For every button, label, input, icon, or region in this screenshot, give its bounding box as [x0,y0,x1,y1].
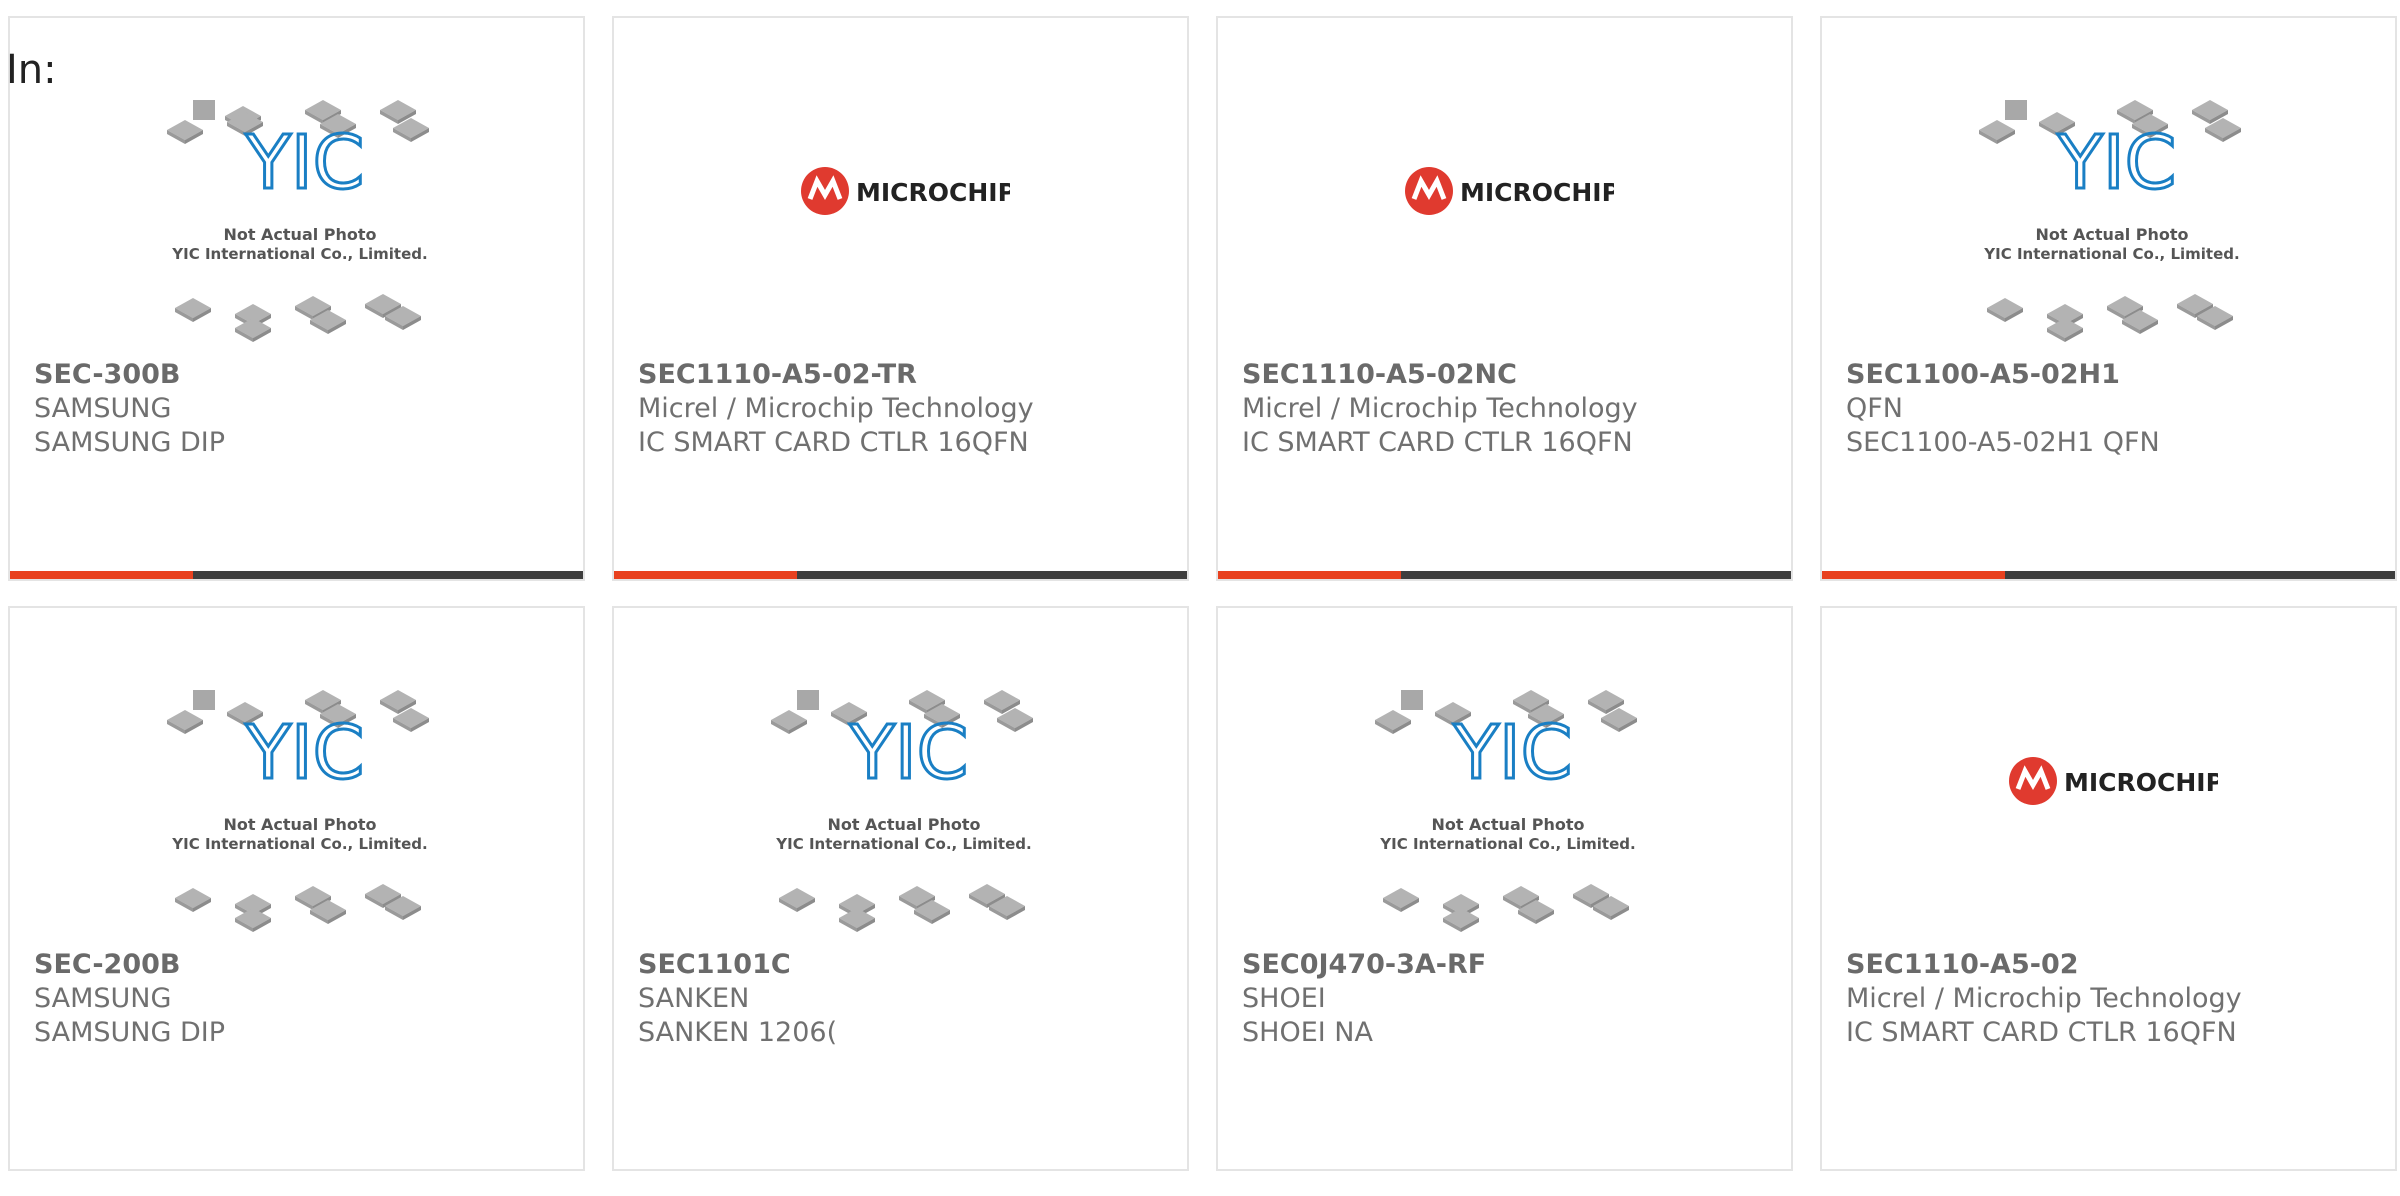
svg-text:YIC: YIC [245,120,365,206]
manufacturer: SANKEN [638,983,750,1014]
manufacturer: Micrel / Microchip Technology [1846,983,2242,1014]
manufacturer: SAMSUNG [34,983,172,1014]
not-actual-photo-text: Not Actual Photo [1431,815,1584,834]
manufacturer: Micrel / Microchip Technology [1242,393,1638,424]
yic-company-text: YIC International Co., Limited. [1379,835,1635,853]
svg-text:YIC: YIC [2057,120,2177,206]
product-image-placeholder: YIC Not Actual Photo YIC International C… [614,608,1187,938]
product-card[interactable]: YIC Not Actual Photo YIC International C… [8,606,585,1171]
description: SAMSUNG DIP [34,427,226,458]
product-image-placeholder: YIC Not Actual Photo YIC International C… [10,608,583,938]
manufacturer: QFN [1846,393,1903,424]
part-number[interactable]: SEC1100-A5-02H1 [1846,358,2120,392]
product-image-placeholder: YIC Not Actual Photo YIC International C… [10,18,583,348]
part-number[interactable]: SEC-200B [34,948,180,982]
card-bar [1822,571,2395,579]
yic-company-text: YIC International Co., Limited. [171,245,427,263]
microchip-logo-image: MICROCHIP [614,18,1187,348]
product-card[interactable]: YIC Not Actual Photo YIC International C… [8,16,585,581]
product-card[interactable]: MICROCHIP SEC1110-A5-02-TR Micrel / Micr… [612,16,1189,581]
svg-text:YIC: YIC [1453,710,1573,796]
not-actual-photo-text: Not Actual Photo [223,815,376,834]
card-bar-accent [1822,571,2005,579]
microchip-logo-image: MICROCHIP [1822,608,2395,938]
product-card[interactable]: YIC Not Actual Photo YIC International C… [1216,606,1793,1171]
manufacturer: SAMSUNG [34,393,172,424]
description: SANKEN 1206( [638,1017,838,1048]
card-bar [614,571,1187,579]
part-number[interactable]: SEC1101C [638,948,791,982]
product-card[interactable]: YIC Not Actual Photo YIC International C… [612,606,1189,1171]
microchip-logo-text: MICROCHIP [2064,768,2218,797]
description: SEC1100-A5-02H1 QFN [1846,427,2160,458]
product-image-placeholder: YIC Not Actual Photo YIC International C… [1822,18,2395,348]
description: IC SMART CARD CTLR 16QFN [1242,427,1633,458]
description: IC SMART CARD CTLR 16QFN [638,427,1029,458]
part-number[interactable]: SEC1110-A5-02-TR [638,358,917,392]
yic-company-text: YIC International Co., Limited. [1983,245,2239,263]
svg-text:YIC: YIC [245,710,365,796]
yic-company-text: YIC International Co., Limited. [775,835,1031,853]
card-bar-accent [1218,571,1401,579]
product-card[interactable]: YIC Not Actual Photo YIC International C… [1820,16,2397,581]
yic-company-text: YIC International Co., Limited. [171,835,427,853]
part-number[interactable]: SEC-300B [34,358,180,392]
description: SHOEI NA [1242,1017,1373,1048]
product-card[interactable]: MICROCHIP SEC1110-A5-02NC Micrel / Micro… [1216,16,1793,581]
product-image-placeholder: YIC Not Actual Photo YIC International C… [1218,608,1791,938]
card-bar-accent [10,571,193,579]
microchip-logo-text: MICROCHIP [1460,178,1614,207]
manufacturer: SHOEI [1242,983,1326,1014]
product-card[interactable]: MICROCHIP SEC1110-A5-02 Micrel / Microch… [1820,606,2397,1171]
part-number[interactable]: SEC0J470-3A-RF [1242,948,1486,982]
card-bar-accent [614,571,797,579]
description: IC SMART CARD CTLR 16QFN [1846,1017,2237,1048]
not-actual-photo-text: Not Actual Photo [223,225,376,244]
not-actual-photo-text: Not Actual Photo [827,815,980,834]
description: SAMSUNG DIP [34,1017,226,1048]
product-grid: YIC Not Actual Photo YIC International C… [8,16,2400,1196]
in-label: In: [6,47,57,93]
card-bar [10,571,583,579]
svg-text:YIC: YIC [849,710,969,796]
manufacturer: Micrel / Microchip Technology [638,393,1034,424]
not-actual-photo-text: Not Actual Photo [2035,225,2188,244]
card-bar [1218,571,1791,579]
microchip-logo-text: MICROCHIP [856,178,1010,207]
microchip-logo-image: MICROCHIP [1218,18,1791,348]
part-number[interactable]: SEC1110-A5-02 [1846,948,2079,982]
part-number[interactable]: SEC1110-A5-02NC [1242,358,1517,392]
